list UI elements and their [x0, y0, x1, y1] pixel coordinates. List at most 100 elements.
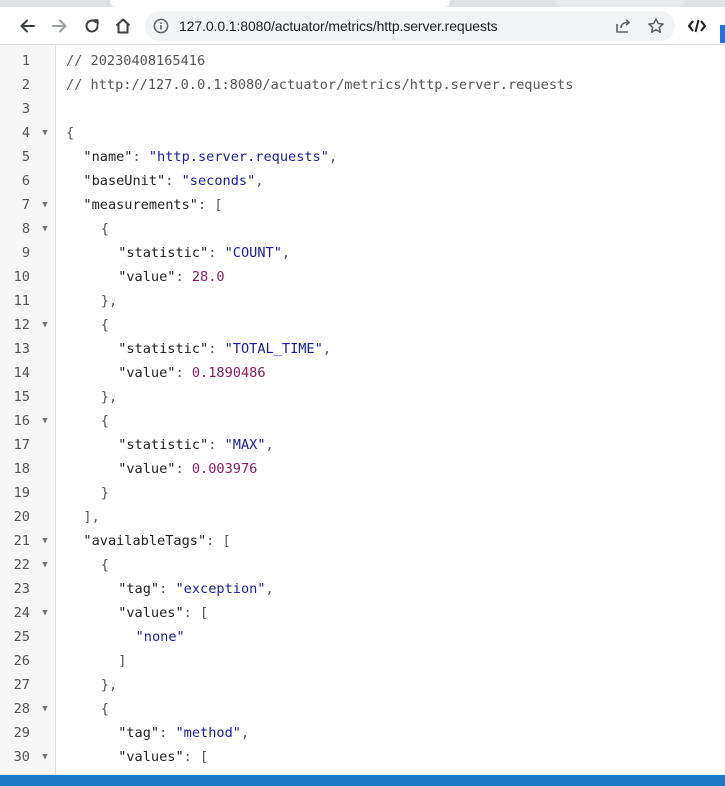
reload-button[interactable] [79, 14, 105, 38]
back-button[interactable] [14, 14, 40, 38]
fold-toggle-icon[interactable]: ▼ [40, 409, 50, 433]
fold-toggle-icon[interactable]: ▼ [40, 193, 50, 217]
code-line: 8 ▼ { [0, 217, 725, 241]
code-line: 23 "tag": "exception", [0, 577, 725, 601]
code-text: "statistic": "MAX", [118, 433, 274, 457]
fold-toggle-icon[interactable]: ▼ [40, 529, 50, 553]
line-number: 11 [13, 293, 30, 309]
token-key: "availableTags" [83, 533, 207, 549]
fold-toggle-icon[interactable]: ▼ [40, 121, 50, 145]
token-comment: // 20230408165416 [66, 53, 206, 69]
back-arrow-icon [20, 19, 35, 33]
token-key: "measurements" [83, 197, 198, 213]
code-line: 13 "statistic": "TOTAL_TIME", [0, 337, 725, 361]
token-punc: : [175, 269, 192, 285]
fold-toggle-icon[interactable]: ▼ [40, 313, 50, 337]
token-punc: , [322, 341, 331, 357]
code-brackets-icon [687, 19, 707, 33]
bookmark-star-icon[interactable] [647, 17, 665, 35]
token-punc: { [66, 125, 75, 141]
share-icon[interactable] [615, 18, 633, 34]
token-num: 28.0 [191, 269, 225, 285]
code-line: 3 [0, 97, 725, 121]
fold-toggle-icon[interactable]: ▼ [40, 697, 50, 721]
fold-toggle-icon[interactable]: ▼ [40, 217, 50, 241]
code-text: }, [101, 289, 117, 313]
token-str: "method" [175, 725, 241, 741]
code-line: 11}, [0, 289, 725, 313]
line-number: 3 [21, 101, 30, 117]
token-punc: ], [83, 509, 100, 525]
token-key: "tag" [118, 581, 160, 597]
token-str: "MAX" [224, 437, 266, 453]
fold-toggle-icon[interactable]: ▼ [40, 601, 50, 625]
token-punc: : [159, 725, 176, 741]
code-text: "tag": "exception", [118, 577, 274, 601]
line-number: 2 [21, 77, 30, 93]
line-number: 16 [13, 413, 30, 429]
token-punc: }, [100, 677, 118, 693]
reload-icon [85, 19, 99, 33]
token-punc: : [175, 365, 192, 381]
token-punc: , [265, 437, 274, 453]
address-bar[interactable]: 127.0.0.1:8080/actuator/metrics/http.ser… [145, 11, 675, 41]
home-button[interactable] [110, 14, 136, 38]
code-text: "availableTags": [ [83, 529, 230, 553]
token-key: "value" [118, 461, 176, 477]
token-punc: : [175, 461, 192, 477]
line-number: 25 [13, 629, 30, 645]
view-source-button[interactable] [684, 16, 710, 36]
json-viewer[interactable]: 1 // 20230408165416 2 // http://127.0.0.1:8… [0, 46, 725, 775]
token-num: 0.003976 [191, 461, 258, 477]
line-number: 12 [13, 317, 30, 333]
code-line: 9 "statistic": "COUNT", [0, 241, 725, 265]
browser-toolbar: 127.0.0.1:8080/actuator/metrics/http.ser… [0, 7, 725, 45]
token-punc: ] [118, 653, 127, 669]
code-text: "name": "http.server.requests", [83, 145, 337, 169]
code-line: 16 ▼ { [0, 409, 725, 433]
taskbar-edge [0, 775, 725, 786]
inactive-tab[interactable] [555, 0, 685, 7]
code-text: { [101, 217, 109, 241]
code-line: 5 "name": "http.server.requests", [0, 145, 725, 169]
home-icon [115, 18, 131, 34]
token-comment: // http://127.0.0.1:8080/actuator/metric… [66, 77, 574, 93]
code-line: 30 ▼ "values": [ [0, 745, 725, 769]
code-line: 20], [0, 505, 725, 529]
code-line: 24 ▼ "values": [ [0, 601, 725, 625]
line-number: 27 [13, 677, 30, 693]
code-text: "statistic": "COUNT", [118, 241, 290, 265]
token-str: "COUNT" [224, 245, 282, 261]
active-tab[interactable] [110, 0, 450, 7]
fold-toggle-icon[interactable]: ▼ [40, 553, 50, 577]
code-line: 27}, [0, 673, 725, 697]
token-str: "exception" [175, 581, 266, 597]
fold-toggle-icon[interactable]: ▼ [40, 745, 50, 769]
code-text: // http://127.0.0.1:8080/actuator/metric… [66, 73, 573, 97]
code-text: { [101, 313, 109, 337]
token-punc: { [100, 413, 109, 429]
token-str: "http.server.requests" [148, 149, 329, 165]
code-line: 10 "value": 28.0 [0, 265, 725, 289]
forward-button[interactable] [47, 14, 73, 38]
token-punc: , [328, 149, 338, 165]
url-text[interactable]: 127.0.0.1:8080/actuator/metrics/http.ser… [179, 11, 498, 41]
code-line: 28 ▼ { [0, 697, 725, 721]
code-text: { [66, 121, 74, 145]
line-number: 28 [13, 701, 30, 717]
token-key: "values" [118, 605, 184, 621]
token-punc: }, [100, 389, 118, 405]
code-line: 17 "statistic": "MAX", [0, 433, 725, 457]
token-punc: , [240, 725, 250, 741]
token-key: "statistic" [118, 341, 209, 357]
token-key: "name" [83, 149, 133, 165]
line-number: 23 [13, 581, 30, 597]
code-text: }, [101, 673, 117, 697]
code-line: 18 "value": 0.003976 [0, 457, 725, 481]
code-line: 2 // http://127.0.0.1:8080/actuator/metri… [0, 73, 725, 97]
info-icon[interactable] [153, 18, 169, 34]
token-punc: { [100, 221, 109, 237]
code-line: 12 ▼ { [0, 313, 725, 337]
code-text: "tag": "method", [118, 721, 249, 745]
code-line: 7 ▼ "measurements": [ [0, 193, 725, 217]
